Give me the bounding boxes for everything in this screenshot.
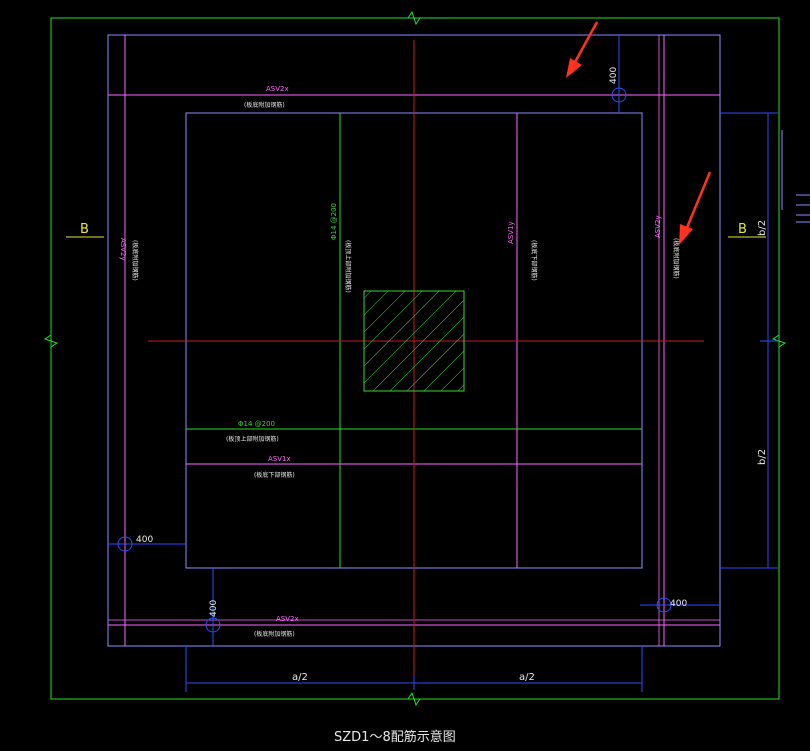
label-asv1y: ASV1y — [507, 221, 515, 244]
note-asv2x-bottom: (板底附加钢筋) — [254, 630, 295, 638]
annotation-arrow-right-shaft — [684, 171, 712, 231]
note-asv1x: (板底下部钢筋) — [254, 471, 295, 479]
label-asv2x-top: ASV2x — [266, 85, 289, 93]
column-section — [363, 290, 465, 392]
dim-text-a-half-left: a/2 — [292, 672, 308, 683]
label-asv1x: ASV1x — [268, 455, 291, 463]
note-phi14-horizontal: (板顶上部附加钢筋) — [226, 435, 279, 443]
annotation-arrow-top-head — [566, 58, 582, 78]
dim-text-400-right: 400 — [670, 599, 687, 609]
note-asv2x-top: (板底附加钢筋) — [244, 101, 285, 109]
label-asv2y-left: ASV2y — [119, 238, 127, 261]
annotation-arrow-right-head — [679, 224, 693, 245]
note-asv1y: (板底下部钢筋) — [530, 240, 538, 281]
section-mark-right: B — [738, 222, 747, 237]
section-mark-left: B — [80, 222, 89, 237]
reinforcement-drawing: B B ASV2x (板底附加钢筋) ASV2x (板底附加钢筋) ASV2y … — [43, 10, 810, 745]
dim-text-b-half-bottom: b/2 — [757, 449, 768, 465]
dim-text-400-left: 400 — [136, 535, 153, 545]
note-asv2y-left: (板底附加钢筋) — [131, 240, 139, 281]
dim-text-400-top: 400 — [609, 67, 619, 84]
dim-text-a-half-right: a/2 — [519, 672, 535, 683]
label-asv2x-bottom: ASV2x — [276, 615, 299, 623]
label-phi14-vertical: Φ14 @200 — [330, 203, 338, 240]
drawing-canvas: B B ASV2x (板底附加钢筋) ASV2x (板底附加钢筋) ASV2y … — [0, 0, 810, 746]
note-asv2y-right: (板底附加钢筋) — [672, 238, 680, 279]
drawing-title: SZD1～8配筋示意图 — [334, 729, 456, 745]
note-phi14-vertical: (板顶上部附加钢筋) — [344, 240, 352, 293]
label-phi14-horizontal: Φ14 @200 — [238, 420, 275, 428]
annotation-arrow-top-shaft — [572, 21, 599, 65]
dim-text-b-half-top: b/2 — [757, 220, 768, 236]
label-asv2y-right: ASV2y — [654, 215, 662, 238]
dim-text-400-bottom: 400 — [209, 600, 219, 617]
